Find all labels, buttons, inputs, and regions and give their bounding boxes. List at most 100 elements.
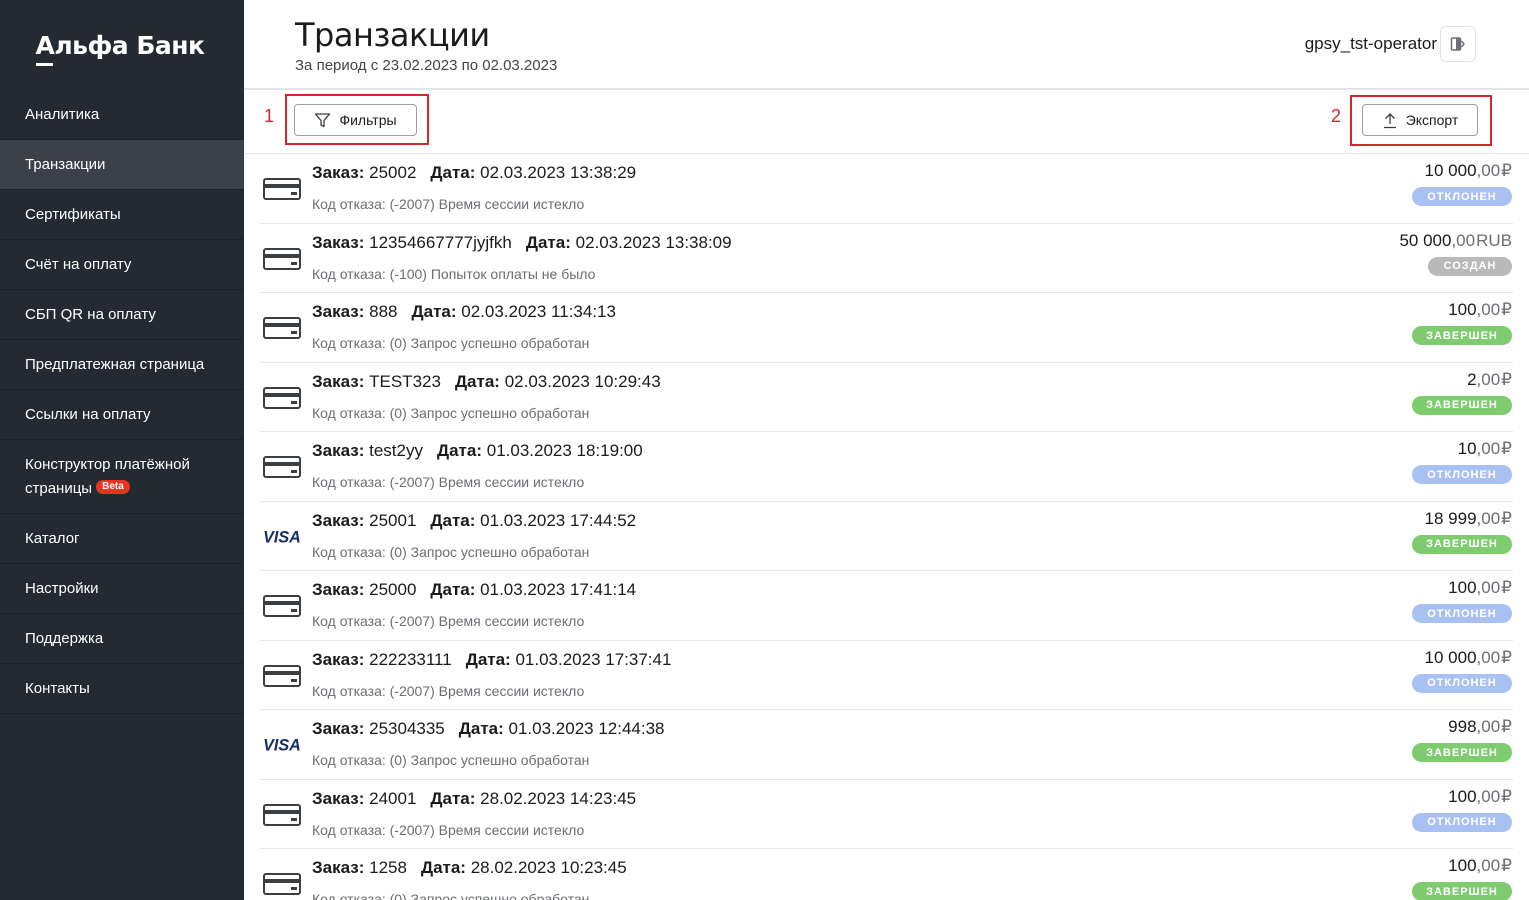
order-number: 12354667777jyjfkh <box>369 232 512 252</box>
sidebar-item[interactable]: Транзакции <box>0 140 244 190</box>
order-label: Заказ: <box>312 719 365 738</box>
sidebar-item-text: Сертификаты <box>25 206 121 223</box>
sidebar-nav: Аналитика Транзакции Сертификаты Счёт на оп… <box>0 90 244 714</box>
date-label: Дата: <box>465 649 511 669</box>
amount-integer: 100 <box>1448 856 1477 875</box>
logout-button[interactable] <box>1440 26 1476 62</box>
order-number: 25001 <box>369 510 417 530</box>
brand-logo[interactable]: Альфа Банк <box>0 0 244 90</box>
transaction-row[interactable]: VISA Заказ: 25001 Дата: 01.03.2023 17:44:5… <box>260 502 1513 571</box>
sidebar-item-text: Конструктор платёжной страницы Beta <box>25 453 215 501</box>
filter-icon <box>315 112 331 127</box>
amount-integer: 100 <box>1448 578 1477 597</box>
amount-currency: ₽ <box>1501 578 1512 597</box>
transaction-header: Заказ: 12354667777jyjfkh Дата: 02.03.2023… <box>312 233 732 253</box>
order-label: Заказ: <box>312 580 365 599</box>
transaction-row[interactable]: Заказ: 12354667777jyjfkh Дата: 02.03.2023… <box>260 224 1513 293</box>
amount-integer: 18 999 <box>1424 508 1477 528</box>
transaction-date: 28.02.2023 10:23:45 <box>470 858 627 877</box>
transaction-date: 01.03.2023 17:41:14 <box>480 580 637 599</box>
transaction-header: Заказ: 24001 Дата: 28.02.2023 14:23:45 <box>312 789 636 809</box>
sidebar-item[interactable]: Предплатежная страница <box>0 340 244 390</box>
transaction-date: 02.03.2023 13:38:09 <box>575 232 732 252</box>
transaction-row[interactable]: Заказ: 222233111 Дата: 01.03.2023 17:37:4… <box>260 641 1513 710</box>
decline-reason: Код отказа: (-2007) Время сессии истекло <box>312 474 585 490</box>
sidebar-item[interactable]: Настройки <box>0 564 244 614</box>
sidebar-item[interactable]: Поддержка <box>0 614 244 664</box>
transaction-row[interactable]: Заказ: test2yy Дата: 01.03.2023 18:19:00 К… <box>260 432 1513 502</box>
sidebar-item[interactable]: Счёт на оплату <box>0 240 244 290</box>
sidebar-item[interactable]: Ссылки на оплату <box>0 390 244 440</box>
transaction-date: 01.03.2023 18:19:00 <box>486 441 643 460</box>
transaction-header: Заказ: 25001 Дата: 01.03.2023 17:44:52 <box>312 511 636 531</box>
transaction-row[interactable]: VISA Заказ: 25304335 Дата: 01.03.2023 12:4… <box>260 710 1513 780</box>
upload-icon <box>1383 112 1396 128</box>
date-label: Дата: <box>420 858 466 877</box>
transaction-amount: 18 999,00₽ <box>1425 509 1512 529</box>
svg-text:VISA: VISA <box>263 528 301 546</box>
order-label: Заказ: <box>312 232 365 252</box>
sidebar-item-label: Счёт на оплату <box>25 256 132 273</box>
order-label: Заказ: <box>312 302 365 321</box>
amount-integer: 100 <box>1448 786 1477 806</box>
decline-reason: Код отказа: (0) Запрос успешно обработан <box>312 891 590 900</box>
sidebar-item-text: Счёт на оплату <box>25 256 131 273</box>
credit-card-icon <box>263 803 301 826</box>
sidebar-item[interactable]: Контакты <box>0 664 244 714</box>
status-badge: ЗАВЕРШЕН <box>1412 326 1512 345</box>
amount-integer: 100 <box>1448 300 1477 319</box>
amount-currency: ₽ <box>1501 439 1512 458</box>
sidebar-item-text: Настройки <box>25 580 99 597</box>
sidebar-item[interactable]: Сертификаты <box>0 190 244 240</box>
sidebar-item[interactable]: Конструктор платёжной страницы Beta <box>0 440 244 514</box>
sidebar-item-text: Ссылки на оплату <box>25 406 151 423</box>
transaction-amount: 10 000,00₽ <box>1425 161 1512 181</box>
transaction-row[interactable]: Заказ: 888 Дата: 02.03.2023 11:34:13 Код о… <box>260 293 1513 363</box>
filters-button[interactable]: Фильтры <box>294 104 417 136</box>
transaction-header: Заказ: TEST323 Дата: 02.03.2023 10:29:43 <box>312 372 661 392</box>
transaction-amount: 100,00₽ <box>1448 856 1512 876</box>
sidebar-item-label: Поддержка <box>25 630 104 647</box>
sidebar-item[interactable]: Каталог <box>0 514 244 564</box>
sidebar-item-label: Предплатежная страница <box>25 356 205 373</box>
transaction-row[interactable]: Заказ: 24001 Дата: 28.02.2023 14:23:45 Код… <box>260 780 1513 849</box>
order-number: 25304335 <box>369 719 445 738</box>
decline-reason: Код отказа: (-100) Попыток оплаты не был… <box>312 265 596 282</box>
amount-currency: ₽ <box>1501 508 1512 528</box>
order-label: Заказ: <box>312 510 365 530</box>
amount-integer: 10 <box>1457 439 1477 458</box>
transaction-row[interactable]: Заказ: 1258 Дата: 28.02.2023 10:23:45 Код … <box>260 849 1513 900</box>
transaction-amount: 100,00₽ <box>1448 578 1512 598</box>
transaction-row[interactable]: Заказ: 25002 Дата: 02.03.2023 13:38:29 Код… <box>260 154 1513 224</box>
amount-integer: 10 000 <box>1424 647 1477 667</box>
status-badge: ОТКЛОНЕН <box>1412 187 1512 206</box>
transaction-header: Заказ: 25000 Дата: 01.03.2023 17:41:14 <box>312 580 636 600</box>
amount-currency: ₽ <box>1501 786 1512 806</box>
sidebar-item[interactable]: СБП QR на оплату <box>0 290 244 340</box>
sidebar-item[interactable]: Аналитика <box>0 90 244 140</box>
date-label: Дата: <box>430 580 476 599</box>
transaction-date: 02.03.2023 13:38:29 <box>480 163 637 182</box>
amount-decimal: ,00 <box>1476 439 1501 458</box>
page-header: Транзакции За период с 23.02.2023 по 02.… <box>244 0 1529 90</box>
transaction-amount: 2,00₽ <box>1467 370 1512 390</box>
amount-currency: ₽ <box>1501 300 1512 319</box>
decline-reason: Код отказа: (0) Запрос успешно обработан <box>312 752 590 768</box>
transaction-row[interactable]: Заказ: TEST323 Дата: 02.03.2023 10:29:43 К… <box>260 363 1513 432</box>
order-number: 24001 <box>369 788 417 808</box>
brand-name: Альфа Банк <box>35 30 205 66</box>
transaction-row[interactable]: Заказ: 25000 Дата: 01.03.2023 17:41:14 Код… <box>260 571 1513 641</box>
transaction-amount: 10,00₽ <box>1458 439 1512 459</box>
sidebar-item-label: Сертификаты <box>25 206 121 223</box>
order-label: Заказ: <box>312 788 365 808</box>
credit-card-icon <box>263 247 301 270</box>
amount-decimal: ,00 <box>1476 578 1501 597</box>
credit-card-icon <box>263 664 301 687</box>
date-label: Дата: <box>458 719 504 738</box>
amount-integer: 50 000 <box>1399 230 1452 250</box>
amount-integer: 2 <box>1467 369 1477 389</box>
export-button[interactable]: Экспорт <box>1362 104 1478 136</box>
order-label: Заказ: <box>312 858 365 877</box>
credit-card-icon <box>263 317 301 339</box>
transaction-header: Заказ: 25002 Дата: 02.03.2023 13:38:29 <box>312 163 636 183</box>
